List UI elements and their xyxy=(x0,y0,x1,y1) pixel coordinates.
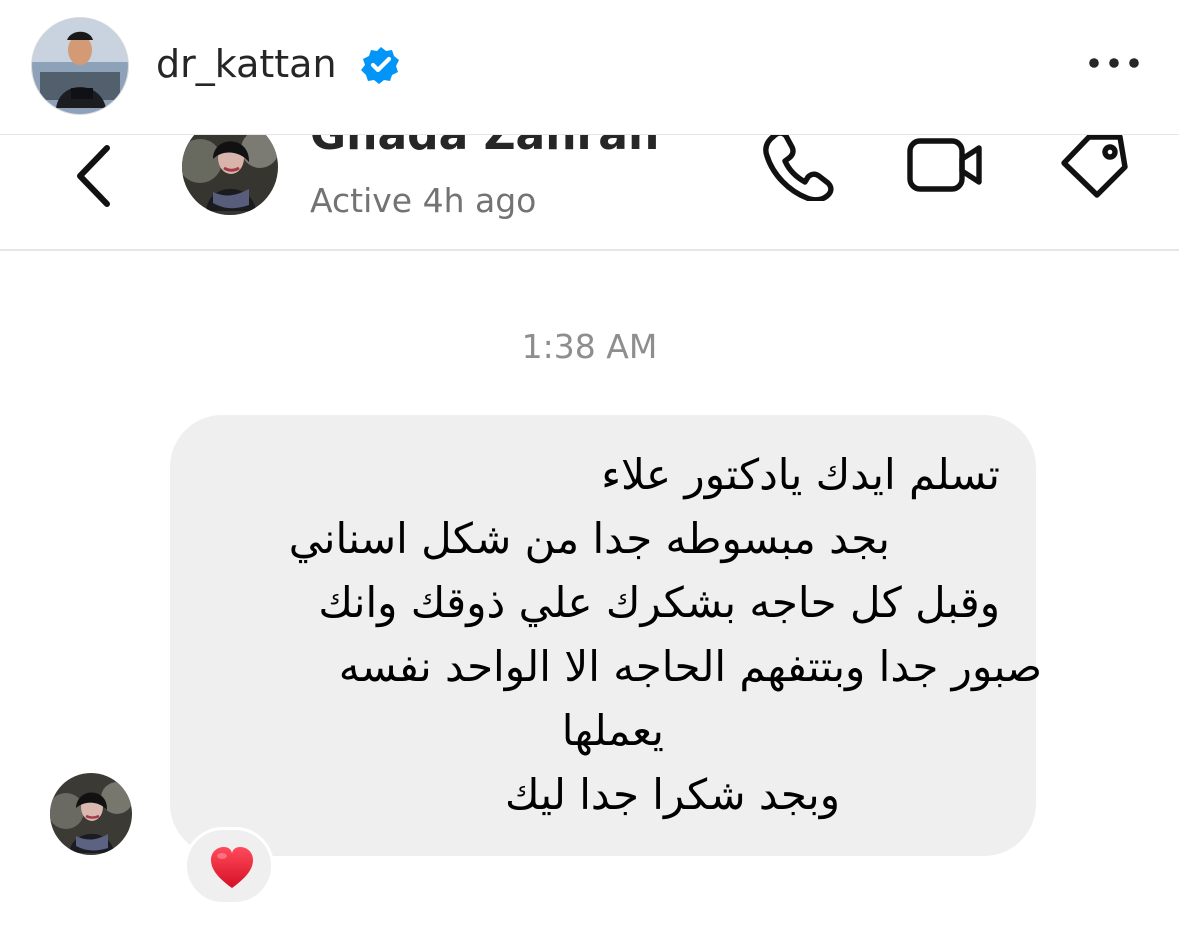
back-chevron-icon[interactable] xyxy=(70,143,118,209)
message-line: يعملها xyxy=(561,706,664,755)
post-header: dr_kattan xyxy=(0,0,1179,134)
message-line: وقبل كل حاجه بشكرك علي ذوقك وانك xyxy=(318,578,1000,627)
red-heart-icon xyxy=(211,847,253,888)
video-camera-icon[interactable] xyxy=(905,134,985,203)
post-author-avatar[interactable] xyxy=(32,18,128,114)
message-reaction[interactable] xyxy=(184,827,274,905)
received-message-bubble[interactable]: تسلم ايدك يادكتور علاء بجد مبسوطه جدا من… xyxy=(170,415,1042,856)
tag-icon[interactable] xyxy=(1055,134,1135,203)
post-username[interactable]: dr_kattan xyxy=(156,38,337,90)
more-horizontal-icon[interactable] xyxy=(1082,48,1146,78)
contact-name[interactable]: Ghada Zahran xyxy=(310,135,659,157)
verified-badge-icon xyxy=(361,47,399,84)
chat-header: Ghada Zahran Active 4h ago xyxy=(0,135,1179,251)
phone-call-icon[interactable] xyxy=(760,134,836,201)
active-status: Active 4h ago xyxy=(310,181,537,220)
message-timestamp: 1:38 AM xyxy=(521,327,658,366)
message-line: صبور جدا وبتتفهم الحاجه الا الواحد نفسه xyxy=(338,642,1042,691)
contact-avatar[interactable] xyxy=(182,135,278,215)
direct-message-screenshot: Ghada Zahran Active 4h ago 1:38 AM تسلم … xyxy=(0,134,1179,926)
message-sender-avatar xyxy=(50,773,132,855)
message-line: وبجد شكرا جدا ليك xyxy=(505,770,840,819)
message-line: تسلم ايدك يادكتور علاء xyxy=(601,450,1000,499)
message-line: بجد مبسوطه جدا من شكل اسناني xyxy=(288,514,890,563)
